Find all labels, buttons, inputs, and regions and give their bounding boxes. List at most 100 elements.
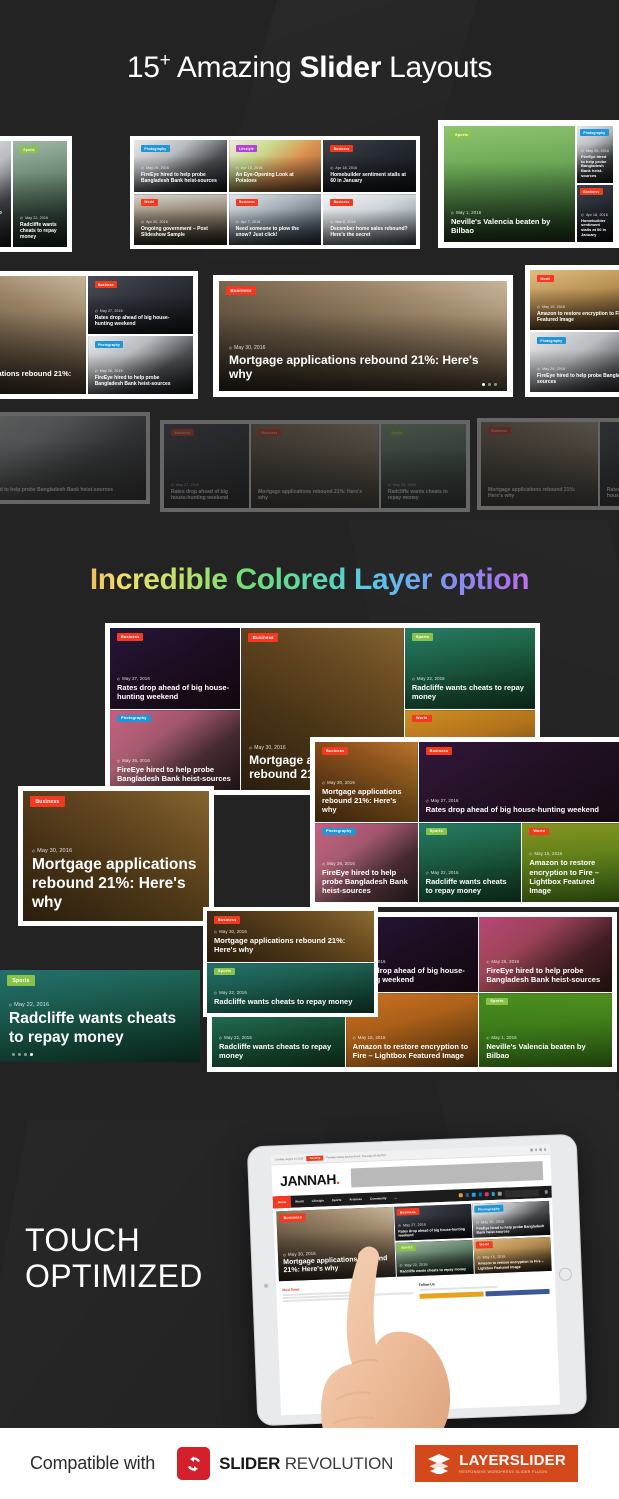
category-badge[interactable]: Photography — [94, 341, 124, 349]
follow-button[interactable] — [485, 1288, 550, 1296]
slider-card[interactable]: Rates drop ahead of big house-hunting we… — [599, 422, 619, 506]
slider-card[interactable]: May 26, 2016 FireEye hired to help probe… — [0, 141, 11, 247]
category-badge[interactable]: Sports — [411, 633, 434, 641]
colored-slider-f[interactable]: Business May 30, 2016 Mortgage applicati… — [203, 907, 378, 1017]
tablet-screen[interactable]: Sunday, August 14 2016 Trending Pentagon… — [271, 1144, 560, 1416]
slider-card[interactable]: Photography May 26, 2016 FireEye hired t… — [134, 140, 227, 192]
category-badge[interactable]: Sports — [486, 997, 508, 1006]
slider-preview-row3-right[interactable]: Business Mortgage applications rebound 2… — [477, 418, 619, 510]
category-badge[interactable]: Business — [425, 747, 453, 755]
slider-card[interactable]: Photography May 26, 2016 FireEye hired t… — [110, 709, 241, 790]
category-badge[interactable]: World — [475, 1240, 493, 1249]
slider-dot[interactable] — [488, 383, 491, 386]
social-icon-rss[interactable] — [458, 1193, 463, 1198]
featured-card-large[interactable]: Business May 30, 2016 Mortgage applicati… — [276, 1206, 396, 1282]
slider-card[interactable]: Sports May 1, 2016 Neville's Valencia be… — [444, 126, 575, 242]
slider-card[interactable]: World May 15, 2016 Amazon to restore enc… — [522, 822, 619, 902]
slider-card[interactable]: Sports May 1, 2016 Neville's Valencia be… — [479, 992, 612, 1067]
colored-slider-c[interactable]: Business May 30, 2016 Mortgage applicati… — [18, 786, 214, 926]
slider-preview-row3-center[interactable]: Business May 27, 2016 Rates drop ahead o… — [160, 420, 470, 512]
nav-item-more[interactable]: ... — [390, 1196, 401, 1200]
site-logo[interactable]: JANNAH. — [280, 1170, 340, 1188]
slider-card[interactable]: Business May 27, 2016 Rates drop ahead o… — [110, 628, 241, 709]
category-badge[interactable]: Business — [488, 427, 511, 435]
featured-card[interactable]: Photography May 26, 2016 FireEye hired t… — [472, 1200, 551, 1239]
slider-card[interactable]: World Apr 20, 2016 Ongoing government – … — [134, 193, 227, 245]
category-badge[interactable]: Business — [94, 281, 118, 289]
slider-card[interactable]: Photography May 26, 2016 FireEye hired t… — [530, 332, 619, 392]
nav-item-home[interactable]: Home — [272, 1195, 292, 1209]
category-badge[interactable]: Business — [171, 429, 194, 437]
top-bar-headline[interactable]: Pentagon Early Access Event: Thursday 10… — [326, 1154, 386, 1159]
social-icon-linkedin[interactable] — [478, 1192, 482, 1197]
category-badge[interactable]: Business — [30, 796, 65, 808]
slider-dots[interactable] — [482, 383, 497, 386]
slider-preview-golf[interactable]: Sports May 1, 2016 Neville's Valencia be… — [438, 120, 619, 248]
slider-card[interactable]: May 26, 2016 FireEye hired to help probe… — [479, 917, 612, 992]
slider-card[interactable]: World May 15, 2016 Amazon to restore enc… — [530, 270, 619, 330]
category-badge[interactable]: Sports — [397, 1243, 417, 1252]
slider-card[interactable]: Sports May 22, 2016 Radcliffe wants chea… — [207, 962, 374, 1013]
social-icon-twitter[interactable] — [471, 1192, 476, 1197]
category-badge[interactable]: Business — [330, 198, 353, 206]
category-badge[interactable]: Business — [248, 633, 279, 642]
nav-item-lifestyle[interactable]: Lifestyle — [308, 1198, 328, 1203]
category-badge[interactable]: Sports — [214, 967, 236, 976]
slider-card[interactable]: Business May 30, 2016 Mortgage applicati… — [315, 742, 418, 822]
social-icon[interactable] — [543, 1148, 547, 1151]
category-badge[interactable]: Business — [226, 286, 257, 295]
featured-card[interactable]: Business May 27, 2016 Rates drop ahead o… — [394, 1203, 473, 1242]
slider-card[interactable]: Photography May 26, 2016 FireEye hired t… — [87, 336, 193, 394]
category-badge[interactable]: World — [411, 714, 432, 723]
social-icon[interactable] — [539, 1148, 542, 1151]
search-input[interactable] — [504, 1188, 539, 1198]
featured-card[interactable]: World May 15, 2016 Amazon to restore enc… — [473, 1236, 552, 1274]
slider-card[interactable]: Business May 27, 2016 Rates drop ahead o… — [87, 276, 193, 334]
category-badge[interactable]: Business — [258, 429, 281, 437]
category-badge[interactable]: World — [141, 198, 158, 206]
category-badge[interactable]: Business — [235, 198, 259, 206]
nav-item-archives[interactable]: Archives — [345, 1197, 366, 1202]
colored-slider-d[interactable]: Sports May 22, 2016 Radcliffe wants chea… — [0, 970, 200, 1062]
slider-card[interactable]: Business May 27, 2016 Rates drop ahead o… — [418, 742, 619, 822]
social-icon-instagram[interactable] — [484, 1192, 489, 1197]
search-icon[interactable] — [544, 1190, 548, 1194]
slider-dot[interactable] — [482, 383, 485, 386]
slider-card[interactable]: Business Mortgage applications rebound 2… — [251, 424, 379, 508]
category-badge[interactable]: Sports — [387, 429, 406, 437]
slider-preview-row3-left[interactable]: Photography May 26, 2016 FireEye hired t… — [0, 412, 150, 504]
social-icon[interactable] — [530, 1148, 533, 1152]
slider-preview-grid-6[interactable]: Photography May 26, 2016 FireEye hired t… — [130, 136, 420, 249]
category-badge[interactable]: Photography — [117, 714, 151, 723]
slider-card[interactable]: Business Apr 18, 2016 Homebuilder sentim… — [577, 185, 613, 242]
category-badge[interactable]: World — [537, 275, 554, 283]
category-badge[interactable]: Sports — [425, 827, 447, 836]
slider-card[interactable]: Business May 30, 2016 Mortgage applicati… — [23, 791, 209, 921]
slider-card[interactable]: Business May 30, 2016 Mortgage applicati… — [219, 281, 507, 391]
slider-card[interactable]: Sports May 22, 2016 Radcliffe wants chea… — [13, 141, 67, 247]
featured-card[interactable]: Sports May 22, 2016 Radcliffe wants chea… — [395, 1239, 474, 1277]
slider-card[interactable]: Business Mortgage applications rebound 2… — [481, 422, 598, 506]
follow-button[interactable] — [419, 1291, 484, 1299]
slider-card[interactable]: Business Apr 18, 2016 Homebuilder sentim… — [323, 140, 416, 192]
social-icon-facebook[interactable] — [465, 1193, 469, 1197]
category-badge[interactable]: Sports — [451, 131, 473, 139]
slider-card[interactable]: Photography May 26, 2016 FireEye hired t… — [315, 822, 418, 902]
social-icon[interactable] — [534, 1148, 538, 1152]
slider-card[interactable]: Business Apr 7, 2016 Need someone to plo… — [228, 193, 322, 245]
category-badge[interactable]: World — [529, 827, 550, 836]
category-badge[interactable]: Photography — [141, 145, 170, 153]
slider-card[interactable]: Sports May 22, 2016 Radcliffe wants chea… — [0, 970, 200, 1062]
slider-card[interactable]: Sports May 22, 2016 Radcliffe wants chea… — [380, 424, 466, 508]
slider-card[interactable]: Mortgage applications rebound 21%: Here'… — [0, 276, 86, 394]
social-icon-mail[interactable] — [497, 1191, 502, 1196]
slider-revolution-logo[interactable]: SLIDER REVOLUTION — [177, 1447, 393, 1480]
slider-dot[interactable] — [18, 1053, 21, 1056]
slider-dot[interactable] — [12, 1053, 15, 1056]
colored-slider-b[interactable]: Business May 30, 2016 Mortgage applicati… — [310, 737, 619, 907]
slider-dots[interactable] — [12, 1053, 33, 1056]
slider-card[interactable]: Business Mar 6, 2016 December home sales… — [323, 193, 416, 245]
category-badge[interactable]: Photography — [580, 129, 609, 137]
nav-item-community[interactable]: Community — [366, 1196, 391, 1201]
slider-dot[interactable] — [30, 1053, 33, 1056]
